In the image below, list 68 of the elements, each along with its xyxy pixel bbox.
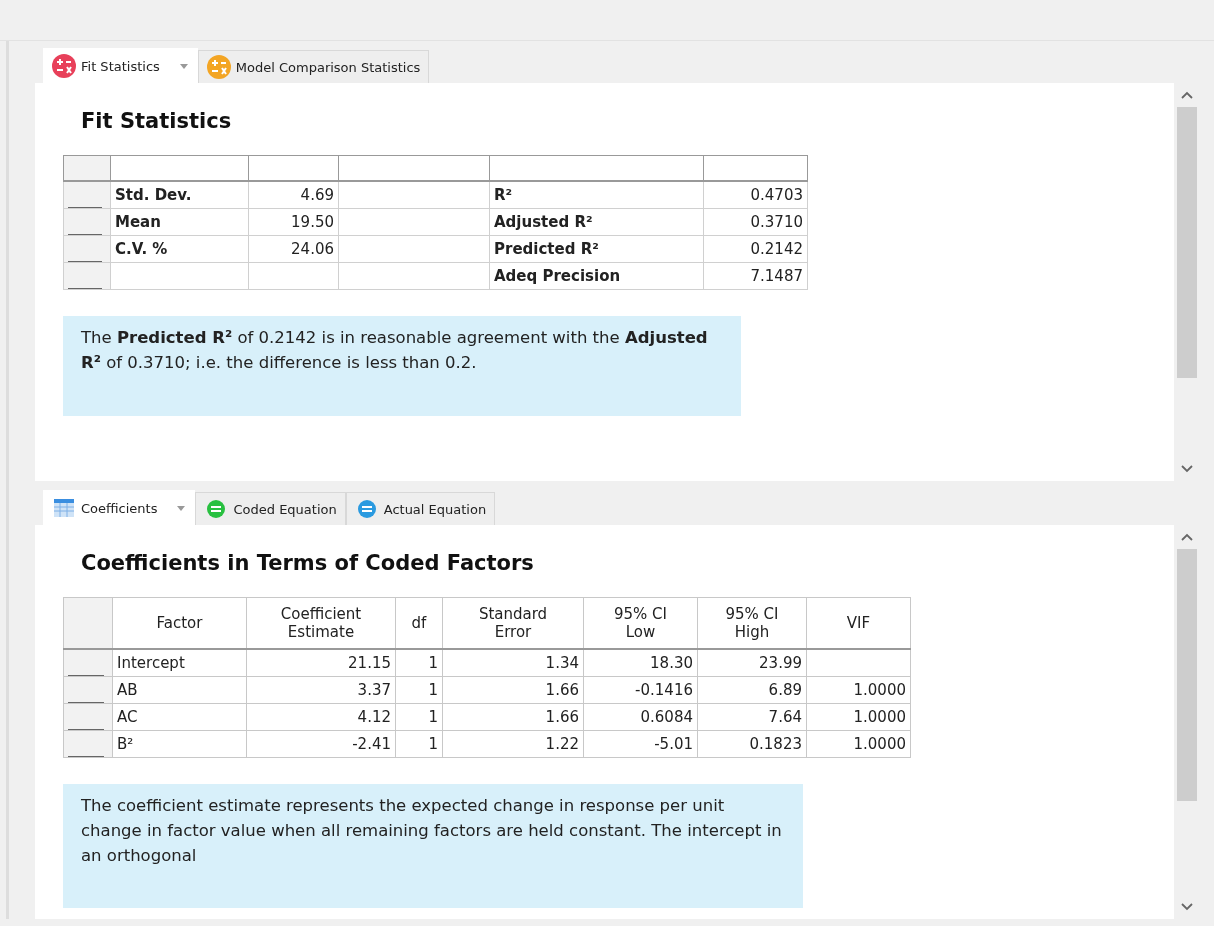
table-cell: 6.89 (697, 676, 807, 704)
scroll-up-icon[interactable] (1181, 91, 1193, 99)
table-cell: 21.15 (246, 649, 396, 677)
table-cell: B² (112, 730, 247, 758)
column-header: Standard Error (442, 597, 584, 649)
table-cell: 24.06 (248, 235, 339, 263)
table-cell: -5.01 (583, 730, 698, 758)
table-cell: 0.1823 (697, 730, 807, 758)
table-cell: 19.50 (248, 208, 339, 236)
table-cell: Adeq Precision (489, 262, 704, 290)
column-header: 95% CI High (697, 597, 807, 649)
column-header: Factor (112, 597, 247, 649)
math-operators-icon (206, 55, 231, 79)
scroll-down-icon[interactable] (1181, 903, 1193, 911)
scroll-down-icon[interactable] (1181, 465, 1193, 473)
column-header: 95% CI Low (583, 597, 698, 649)
scroll-up-icon[interactable] (1181, 533, 1193, 541)
table-cell: 0.6084 (583, 703, 698, 731)
table-cell: 1.66 (442, 676, 584, 704)
column-header: VIF (806, 597, 911, 649)
tab[interactable]: Model Comparison Statistics (197, 50, 430, 83)
table-cell: 1 (395, 676, 443, 704)
table-cell: 1.0000 (806, 676, 911, 704)
table-cell: 1.22 (442, 730, 584, 758)
table-cell: 4.69 (248, 181, 339, 209)
tab[interactable]: Coded Equation (195, 492, 346, 525)
table-cell: 1.66 (442, 703, 584, 731)
tab[interactable]: Coefficients (43, 490, 196, 525)
table-cell: 18.30 (583, 649, 698, 677)
table-cell: 1.34 (442, 649, 584, 677)
table-cell: Predicted R² (489, 235, 704, 263)
table-cell: Intercept (112, 649, 247, 677)
column-header: Coefficient Estimate (246, 597, 396, 649)
table-cell: 1.0000 (806, 703, 911, 731)
table-cell: -2.41 (246, 730, 396, 758)
note-text: The Predicted R² of 0.2142 is in reasonable agreement with the Adjusted R² of 0.3710; i.e. the difference is less than 0.2. (81, 327, 709, 374)
table-cell: AB (112, 676, 247, 704)
dropdown-caret-icon[interactable] (178, 62, 189, 70)
table-cell: Std. Dev. (110, 181, 249, 209)
table-cell: 0.2142 (703, 235, 808, 263)
table-cell: Mean (110, 208, 249, 236)
table-icon (52, 496, 76, 520)
table-cell: C.V. % (110, 235, 249, 263)
table-cell: 7.64 (697, 703, 807, 731)
table-cell: 0.4703 (703, 181, 808, 209)
section-title: Coefficients in Terms of Coded Factors (81, 551, 535, 575)
math-operators-icon (52, 54, 76, 78)
section-title: Fit Statistics (81, 109, 233, 133)
table-cell: 1 (395, 730, 443, 758)
table-cell: 4.12 (246, 703, 396, 731)
table-cell: 0.3710 (703, 208, 808, 236)
table-cell: 1 (395, 649, 443, 677)
note-text: The coefficient estimate represents the expected change in response per unit change in factor value when all remaining factors are held constant. The intercept in an orthogonal (81, 795, 783, 867)
table-cell: AC (112, 703, 247, 731)
table-cell: 1.0000 (806, 730, 911, 758)
table-cell: -0.1416 (583, 676, 698, 704)
table-cell: 1 (395, 703, 443, 731)
table-cell: 23.99 (697, 649, 807, 677)
table-cell: Adjusted R² (489, 208, 704, 236)
column-header: df (395, 597, 443, 649)
scroll-thumb[interactable] (1177, 549, 1197, 802)
scroll-thumb[interactable] (1177, 107, 1197, 378)
table-cell: R² (489, 181, 704, 209)
dropdown-caret-icon[interactable] (176, 504, 187, 512)
tab[interactable]: Fit Statistics (43, 48, 198, 83)
table-cell: 3.37 (246, 676, 396, 704)
table-cell: 7.1487 (703, 262, 808, 290)
tab[interactable]: Actual Equation (345, 492, 496, 525)
